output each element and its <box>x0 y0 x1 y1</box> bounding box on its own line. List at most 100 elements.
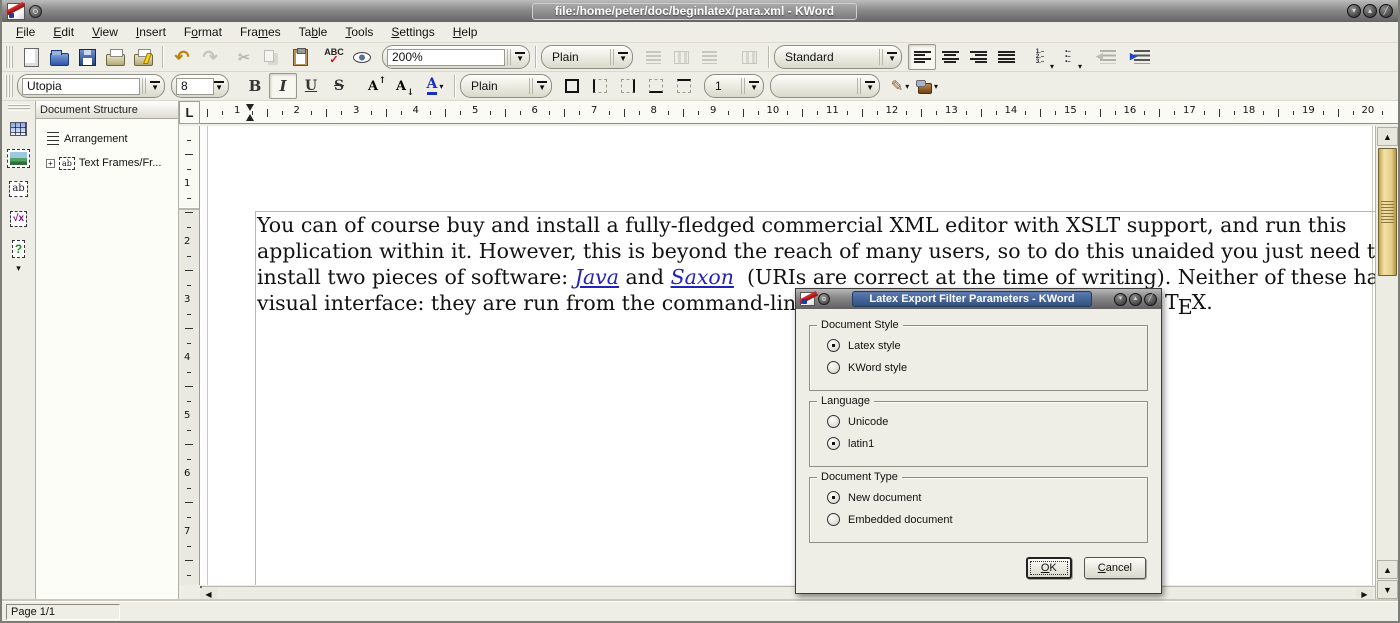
dialog-title-bar[interactable]: Latex Export Filter Parameters - KWord ▾… <box>796 289 1161 309</box>
border-right-button[interactable] <box>614 73 642 99</box>
scroll-up-button[interactable]: ▲ <box>1377 127 1398 146</box>
horizontal-ruler[interactable]: 1234567891011121314151617181920 <box>200 101 1398 124</box>
radio-option-kword-style[interactable]: KWord style <box>827 361 1147 374</box>
increase-indent-button[interactable]: ▶ <box>1128 44 1156 70</box>
bold-button[interactable]: B <box>241 73 269 99</box>
radio-option-latex-style[interactable]: Latex style <box>827 339 1147 352</box>
chevron-down-icon[interactable]: ▼ <box>515 52 525 63</box>
print-preview-button[interactable] <box>129 44 157 70</box>
menu-item-insert[interactable]: Insert <box>130 23 172 41</box>
chevron-down-icon[interactable]: ▼ <box>749 81 759 92</box>
menu-item-format[interactable]: Format <box>178 23 228 41</box>
menu-item-tools[interactable]: Tools <box>339 23 379 41</box>
chevron-down-icon[interactable]: ▼ <box>537 81 547 92</box>
font-size-input[interactable]: 8 <box>176 78 214 95</box>
radio-option-latin1[interactable]: latin1 <box>827 437 1147 450</box>
save-document-button[interactable] <box>73 44 101 70</box>
font-family-input[interactable]: Utopia <box>22 78 140 95</box>
horizontal-scrollbar[interactable]: ◀ ▶ <box>200 586 1375 601</box>
radio-unicode[interactable] <box>827 415 840 428</box>
dialog-menu-button[interactable] <box>818 293 830 305</box>
tree-item-arrangement[interactable]: Arrangement <box>46 127 176 151</box>
latex-export-dialog[interactable]: Latex Export Filter Parameters - KWord ▾… <box>795 288 1162 594</box>
insert-formula-button[interactable]: √x <box>5 205 32 232</box>
scroll-left-button[interactable]: ◀ <box>200 588 217 601</box>
border-outline-button[interactable] <box>558 73 586 99</box>
chevron-down-icon[interactable]: ▼ <box>618 52 628 63</box>
toolbar-grip[interactable] <box>5 46 13 68</box>
superscript-button[interactable]: A↑ <box>359 73 387 99</box>
font-family-select[interactable]: Utopia ▼ <box>17 74 165 98</box>
numbered-list-button[interactable]: 1.– 2.– 3.– ▾ <box>1026 44 1054 70</box>
title-bar[interactable]: file:/home/peter/doc/beginlatex/para.xml… <box>2 0 1398 22</box>
ok-button[interactable]: OK <box>1026 557 1072 579</box>
border-width-select[interactable]: 1 ▼ <box>704 74 764 98</box>
border-color-button[interactable]: ✎▾ <box>886 73 914 99</box>
window-menu-button[interactable] <box>29 5 42 18</box>
toolbar-grip[interactable] <box>8 104 30 111</box>
frame-style-select[interactable]: Plain ▼ <box>460 74 552 98</box>
strikethrough-button[interactable]: S <box>325 73 353 99</box>
align-justify-button[interactable] <box>992 44 1020 70</box>
maximize-button[interactable]: ▴ <box>1363 4 1377 18</box>
spellcheck-button[interactable]: ABC✓ <box>320 44 348 70</box>
format-style-select[interactable]: Standard ▼ <box>774 45 902 69</box>
dialog-close-button[interactable]: ╱ <box>1144 293 1157 306</box>
border-style-select[interactable]: ▼ <box>770 74 880 98</box>
vertical-ruler[interactable]: 12345678 <box>179 126 200 585</box>
chevron-down-icon[interactable]: ▾ <box>905 82 909 91</box>
chevron-down-icon[interactable]: ▼ <box>150 81 160 92</box>
menu-item-help[interactable]: Help <box>447 23 484 41</box>
scroll-down-button[interactable]: ▼ <box>1377 580 1398 599</box>
menu-item-frames[interactable]: Frames <box>234 23 287 41</box>
background-color-button[interactable]: ▾ <box>914 73 942 99</box>
expander-plus-icon[interactable]: + <box>46 159 55 168</box>
vertical-scrollbar-thumb[interactable] <box>1378 148 1397 276</box>
radio-new-document[interactable] <box>827 491 840 504</box>
minimize-button[interactable]: ▾ <box>1347 4 1361 18</box>
menu-item-edit[interactable]: Edit <box>47 23 80 41</box>
tree-item-text-frames-fr[interactable]: +abText Frames/Fr... <box>46 151 176 175</box>
insert-picture-button[interactable] <box>5 145 32 172</box>
radio-latex-style[interactable] <box>827 339 840 352</box>
toolbar-overflow-arrow[interactable]: ▾ <box>2 263 35 274</box>
radio-kword-style[interactable] <box>827 361 840 374</box>
dialog-minimize-button[interactable]: ▾ <box>1114 293 1127 306</box>
radio-latin1[interactable] <box>827 437 840 450</box>
radio-option-new-document[interactable]: New document <box>827 491 1147 504</box>
insert-table-button[interactable] <box>5 115 32 142</box>
menu-item-table[interactable]: Table <box>293 23 334 41</box>
scroll-right-button[interactable]: ▶ <box>1356 588 1373 601</box>
chevron-down-icon[interactable]: ▼ <box>887 52 897 63</box>
underline-button[interactable]: U <box>297 73 325 99</box>
java-link[interactable]: Java <box>575 265 619 289</box>
undo-button[interactable]: ↶ <box>168 44 196 70</box>
italic-button[interactable]: I <box>269 73 297 99</box>
subscript-button[interactable]: A↓ <box>387 73 415 99</box>
radio-embedded-document[interactable] <box>827 513 840 526</box>
tab-stop-selector[interactable]: L <box>179 101 200 124</box>
border-top-button[interactable] <box>670 73 698 99</box>
chevron-down-icon[interactable]: ▼ <box>865 81 875 92</box>
chevron-down-icon[interactable]: ▾ <box>1078 62 1082 71</box>
preview-button[interactable] <box>348 44 376 70</box>
align-left-button[interactable] <box>908 44 936 70</box>
border-bottom-button[interactable] <box>642 73 670 99</box>
zoom-select[interactable]: 200% ▼ <box>382 45 530 69</box>
document-canvas[interactable]: You can of course buy and install a full… <box>200 126 1375 585</box>
bulleted-list-button[interactable]: •– •– •– ▾ <box>1054 44 1082 70</box>
insert-object-button[interactable]: ? <box>5 235 32 262</box>
paste-button[interactable] <box>286 44 314 70</box>
border-left-button[interactable] <box>586 73 614 99</box>
saxon-link[interactable]: Saxon <box>671 265 734 289</box>
chevron-down-icon[interactable]: ▾ <box>439 82 443 91</box>
menu-item-view[interactable]: View <box>86 23 124 41</box>
font-size-select[interactable]: 8 ▼ <box>171 74 229 98</box>
paragraph-style-select[interactable]: Plain ▼ <box>541 45 633 69</box>
align-right-button[interactable] <box>964 44 992 70</box>
open-document-button[interactable] <box>45 44 73 70</box>
scroll-up-button-bottom[interactable]: ▲ <box>1377 560 1398 579</box>
kword-app-icon[interactable] <box>7 3 25 20</box>
align-center-button[interactable] <box>936 44 964 70</box>
cancel-button[interactable]: Cancel <box>1084 557 1146 579</box>
